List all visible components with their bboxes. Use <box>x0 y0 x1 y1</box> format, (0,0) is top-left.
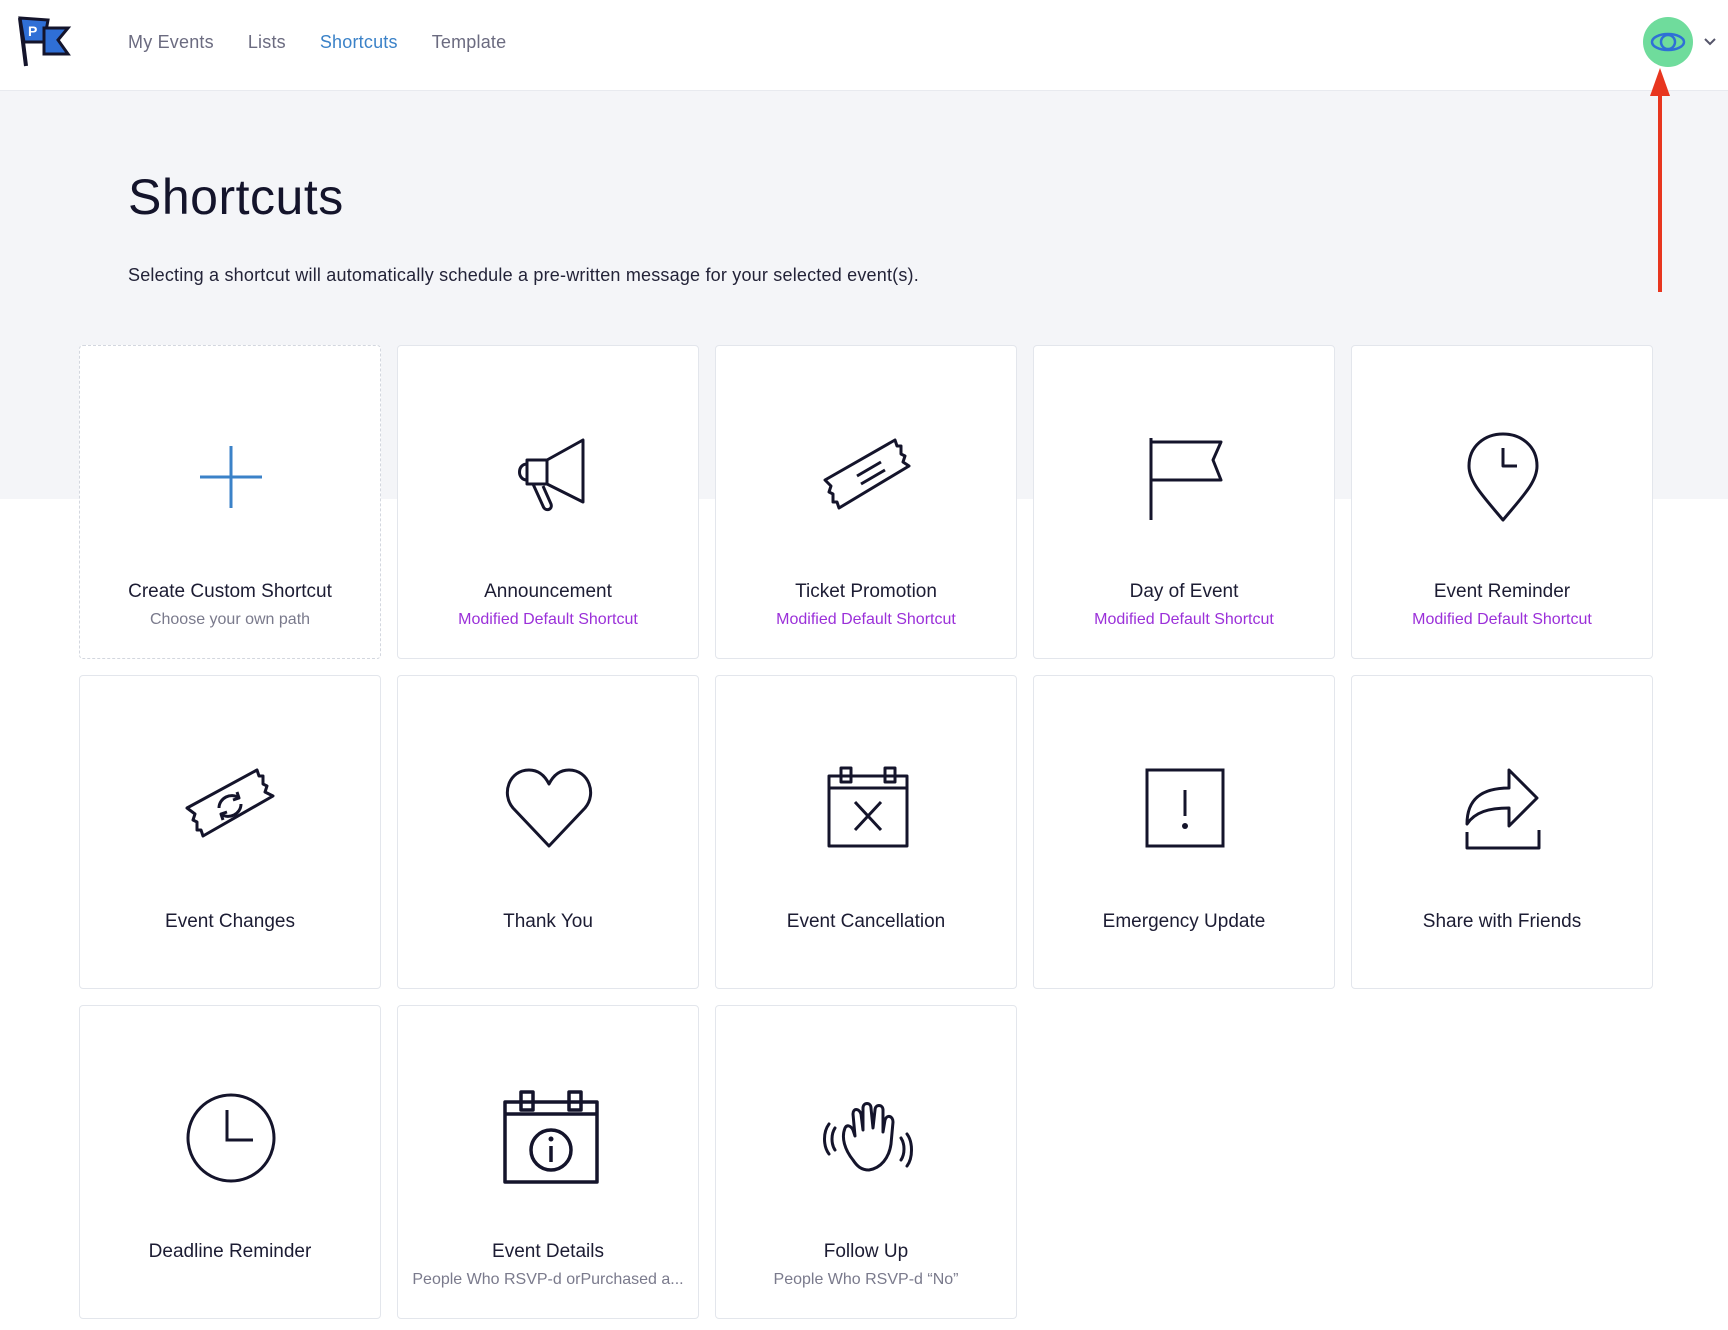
card-subtitle: Choose your own path <box>149 611 311 628</box>
shortcut-card-follow-up[interactable]: Follow Up People Who RSVP-d “No” <box>715 1005 1017 1319</box>
card-title: Event Reminder <box>1433 581 1571 602</box>
card-title: Share with Friends <box>1422 911 1582 932</box>
card-subtitle: Modified Default Shortcut <box>776 611 956 628</box>
svg-text:P: P <box>28 23 37 39</box>
shortcut-card-share-with-friends[interactable]: Share with Friends <box>1351 675 1653 989</box>
shortcut-card-event-cancellation[interactable]: Event Cancellation <box>715 675 1017 989</box>
shortcut-card-event-details[interactable]: Event Details People Who RSVP-d orPurcha… <box>397 1005 699 1319</box>
shortcut-card-announcement[interactable]: Announcement Modified Default Shortcut <box>397 345 699 659</box>
nav-shortcuts[interactable]: Shortcuts <box>320 32 398 53</box>
card-title: Deadline Reminder <box>148 1241 312 1262</box>
card-title: Follow Up <box>823 1241 909 1262</box>
flag-icon <box>1149 438 1223 520</box>
chevron-down-icon[interactable] <box>1702 33 1718 49</box>
card-title: Create Custom Shortcut <box>128 581 332 602</box>
shortcut-card-day-of-event[interactable]: Day of Event Modified Default Shortcut <box>1033 345 1335 659</box>
clock-icon <box>186 1093 276 1183</box>
shortcut-card-deadline-reminder[interactable]: Deadline Reminder <box>79 1005 381 1319</box>
location-clock-icon <box>1467 432 1539 522</box>
calendar-info-icon <box>503 1090 599 1184</box>
shortcut-card-thank-you[interactable]: Thank You <box>397 675 699 989</box>
page-title: Shortcuts <box>128 169 344 225</box>
alert-box-icon <box>1145 768 1225 848</box>
nav-my-events[interactable]: My Events <box>128 32 214 53</box>
shortcut-card-event-changes[interactable]: Event Changes <box>79 675 381 989</box>
card-subtitle: Modified Default Shortcut <box>458 611 638 628</box>
card-subtitle: Modified Default Shortcut <box>1412 611 1592 628</box>
page-description: Selecting a shortcut will automatically … <box>128 265 919 285</box>
card-subtitle: People Who RSVP-d “No” <box>773 1271 959 1288</box>
card-title: Event Changes <box>165 911 295 932</box>
card-subtitle: People Who RSVP-d orPurchased a... <box>412 1271 684 1288</box>
card-subtitle: Modified Default Shortcut <box>1094 611 1274 628</box>
shortcut-card-emergency-update[interactable]: Emergency Update <box>1033 675 1335 989</box>
card-title: Event Details <box>492 1241 604 1262</box>
annotation-arrow-icon <box>1650 68 1670 292</box>
main-nav: My Events Lists Shortcuts Template <box>128 32 540 53</box>
ticket-refresh-icon <box>185 768 275 838</box>
account-avatar-button[interactable] <box>1643 17 1693 67</box>
nav-lists[interactable]: Lists <box>248 32 286 53</box>
ticket-icon <box>823 438 911 510</box>
plus-icon <box>200 446 262 508</box>
shortcut-card-create-custom[interactable]: Create Custom Shortcut Choose your own p… <box>79 345 381 659</box>
shortcut-card-ticket-promotion[interactable]: Ticket Promotion Modified Default Shortc… <box>715 345 1017 659</box>
megaphone-icon <box>518 438 585 512</box>
flag-logo-icon[interactable]: P <box>14 14 72 70</box>
nav-template[interactable]: Template <box>432 32 507 53</box>
heart-icon <box>506 768 592 848</box>
waving-hand-icon <box>823 1102 913 1172</box>
card-title: Thank You <box>503 911 593 932</box>
calendar-x-icon <box>827 766 909 848</box>
shortcut-card-event-reminder[interactable]: Event Reminder Modified Default Shortcut <box>1351 345 1653 659</box>
top-navigation-bar: P My Events Lists Shortcuts Template <box>0 0 1728 91</box>
card-title: Emergency Update <box>1102 911 1266 932</box>
card-title: Day of Event <box>1129 581 1239 602</box>
eye-icon <box>1650 32 1686 52</box>
share-arrow-icon <box>1465 768 1541 850</box>
card-title: Ticket Promotion <box>795 581 937 602</box>
card-title: Event Cancellation <box>786 911 946 932</box>
card-title: Announcement <box>484 581 612 602</box>
